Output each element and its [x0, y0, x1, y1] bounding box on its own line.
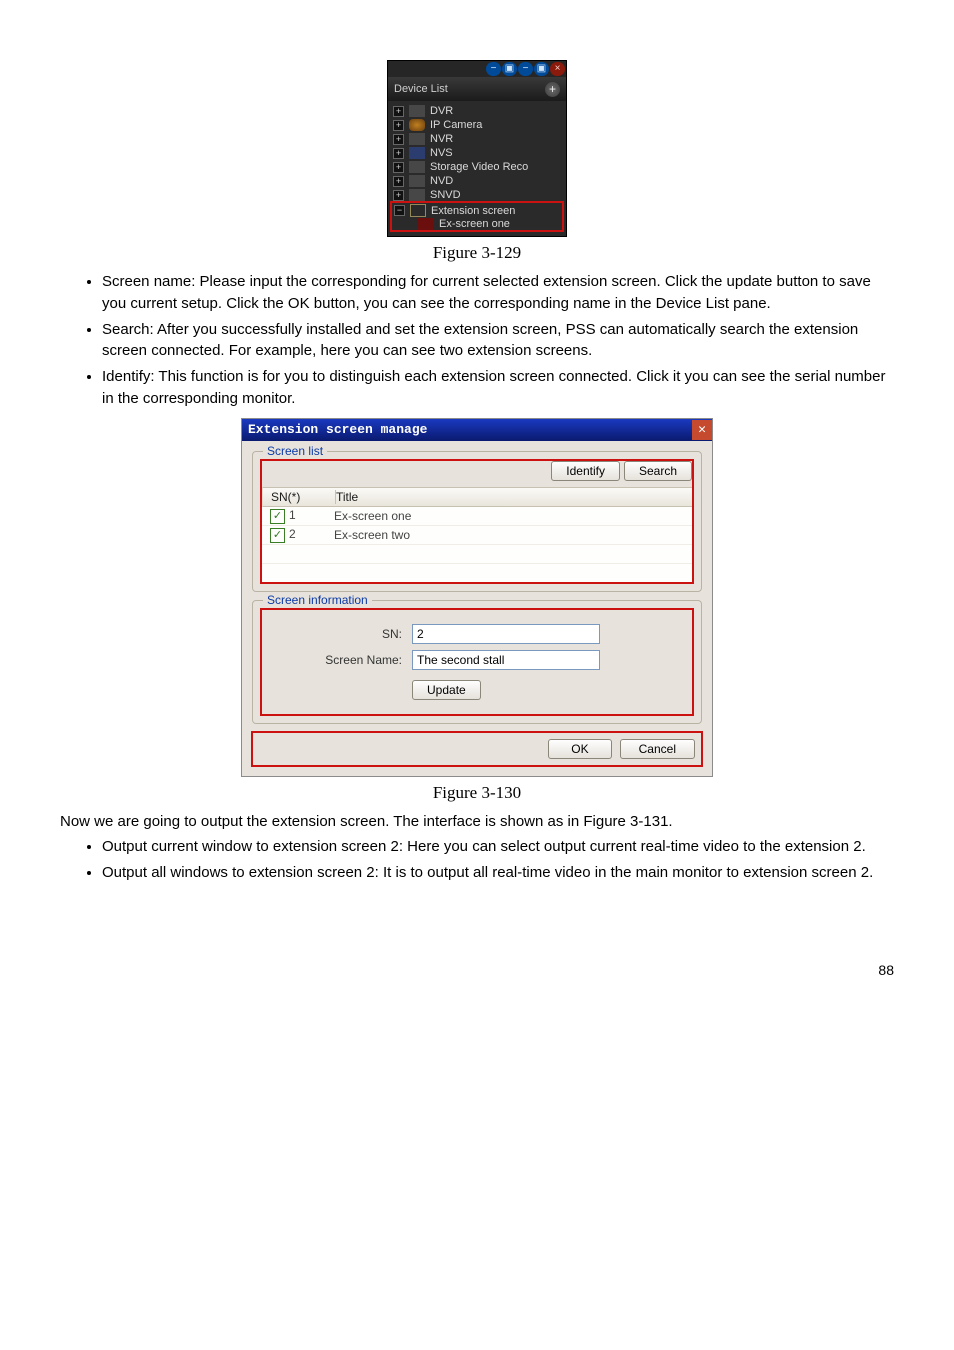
collapse-toggle-icon[interactable]: − — [394, 205, 405, 216]
expand-toggle-icon[interactable]: + — [393, 176, 404, 187]
expand-toggle-icon[interactable]: + — [393, 106, 404, 117]
table-row[interactable]: ✓2 Ex-screen two — [262, 526, 692, 545]
extension-icon — [410, 204, 426, 217]
cancel-button[interactable]: Cancel — [620, 739, 695, 759]
expand-toggle-icon[interactable]: + — [393, 134, 404, 145]
tree-item-storage[interactable]: + Storage Video Reco — [391, 160, 563, 174]
extension-screen-manage-dialog: Extension screen manage ✕ Screen list Id… — [241, 418, 713, 777]
tree-item-extension[interactable]: − Extension screen — [392, 203, 562, 218]
expand-icon[interactable]: ▣ — [534, 62, 549, 76]
identify-button[interactable]: Identify — [551, 461, 620, 481]
collapse-icon[interactable]: − — [518, 62, 533, 76]
add-device-icon[interactable]: + — [545, 82, 560, 97]
sn-input[interactable] — [412, 624, 600, 644]
tree-item-nvd[interactable]: + NVD — [391, 174, 563, 188]
checkbox-icon[interactable]: ✓ — [270, 509, 285, 524]
update-button[interactable]: Update — [412, 680, 481, 700]
expand-toggle-icon[interactable]: + — [393, 120, 404, 131]
bullet-output-all: Output all windows to extension screen 2… — [102, 862, 894, 884]
nvs-icon — [409, 147, 425, 159]
bullet-output-current: Output current window to extension scree… — [102, 836, 894, 858]
table-header: SN(*) Title — [262, 487, 692, 507]
tree-item-nvs[interactable]: + NVS — [391, 146, 563, 160]
figure-caption-129: Figure 3-129 — [60, 243, 894, 263]
bullet-list-top: Screen name: Please input the correspond… — [60, 271, 894, 410]
page-number: 88 — [0, 932, 954, 978]
table-row-empty — [262, 545, 692, 564]
paragraph-after-dialog: Now we are going to output the extension… — [60, 811, 894, 833]
screen-list-group: Screen list Identify Search SN(*) Title … — [252, 451, 702, 592]
tree-item-snvd[interactable]: + SNVD — [391, 188, 563, 202]
dialog-title: Extension screen manage — [248, 422, 427, 437]
screen-info-group: Screen information SN: Screen Name: Upda… — [252, 600, 702, 724]
device-list-header: Device List + — [388, 77, 566, 101]
ok-button[interactable]: OK — [548, 739, 611, 759]
table-row-empty — [262, 564, 692, 582]
dialog-close-button[interactable]: ✕ — [692, 420, 712, 440]
expand-toggle-icon[interactable]: + — [393, 148, 404, 159]
dvr-icon — [409, 105, 425, 117]
search-button[interactable]: Search — [624, 461, 692, 481]
bullet-list-bottom: Output current window to extension scree… — [60, 836, 894, 884]
device-list-panel: − ▣ − ▣ × Device List + + DVR + IP Camer… — [387, 60, 567, 237]
tree-item-ipcamera[interactable]: + IP Camera — [391, 118, 563, 132]
expand-toggle-icon[interactable]: + — [393, 190, 404, 201]
screen-list-legend: Screen list — [263, 444, 327, 458]
nvd-icon — [409, 175, 425, 187]
screen-name-input[interactable] — [412, 650, 600, 670]
col-sn: SN(*) — [263, 490, 336, 504]
close-icon[interactable]: × — [550, 62, 565, 76]
table-row[interactable]: ✓1 Ex-screen one — [262, 507, 692, 526]
device-list-title: Device List — [394, 83, 448, 95]
screen-icon — [418, 218, 434, 230]
storage-icon — [409, 161, 425, 173]
screen-info-legend: Screen information — [263, 593, 372, 607]
minimize-icon[interactable]: − — [486, 62, 501, 76]
snvd-icon — [409, 189, 425, 201]
figure-caption-130: Figure 3-130 — [60, 783, 894, 803]
highlight-extension: − Extension screen Ex-screen one — [391, 202, 563, 231]
bullet-screen-name: Screen name: Please input the correspond… — [102, 271, 894, 315]
panel-titlebar: − ▣ − ▣ × — [388, 61, 566, 77]
sn-label: SN: — [270, 627, 412, 641]
tree-item-nvr[interactable]: + NVR — [391, 132, 563, 146]
expand-toggle-icon[interactable]: + — [393, 162, 404, 173]
bullet-identify: Identify: This function is for you to di… — [102, 366, 894, 410]
bullet-search: Search: After you successfully installed… — [102, 319, 894, 363]
dialog-titlebar: Extension screen manage ✕ — [242, 419, 712, 441]
col-title: Title — [336, 490, 692, 504]
restore-icon[interactable]: ▣ — [502, 62, 517, 76]
checkbox-icon[interactable]: ✓ — [270, 528, 285, 543]
device-tree: + DVR + IP Camera + NVR + NVS + — [388, 101, 566, 236]
screen-name-label: Screen Name: — [270, 653, 412, 667]
tree-item-dvr[interactable]: + DVR — [391, 104, 563, 118]
ipcamera-icon — [409, 119, 425, 131]
nvr-icon — [409, 133, 425, 145]
tree-item-exscreen-one[interactable]: Ex-screen one — [392, 218, 562, 230]
